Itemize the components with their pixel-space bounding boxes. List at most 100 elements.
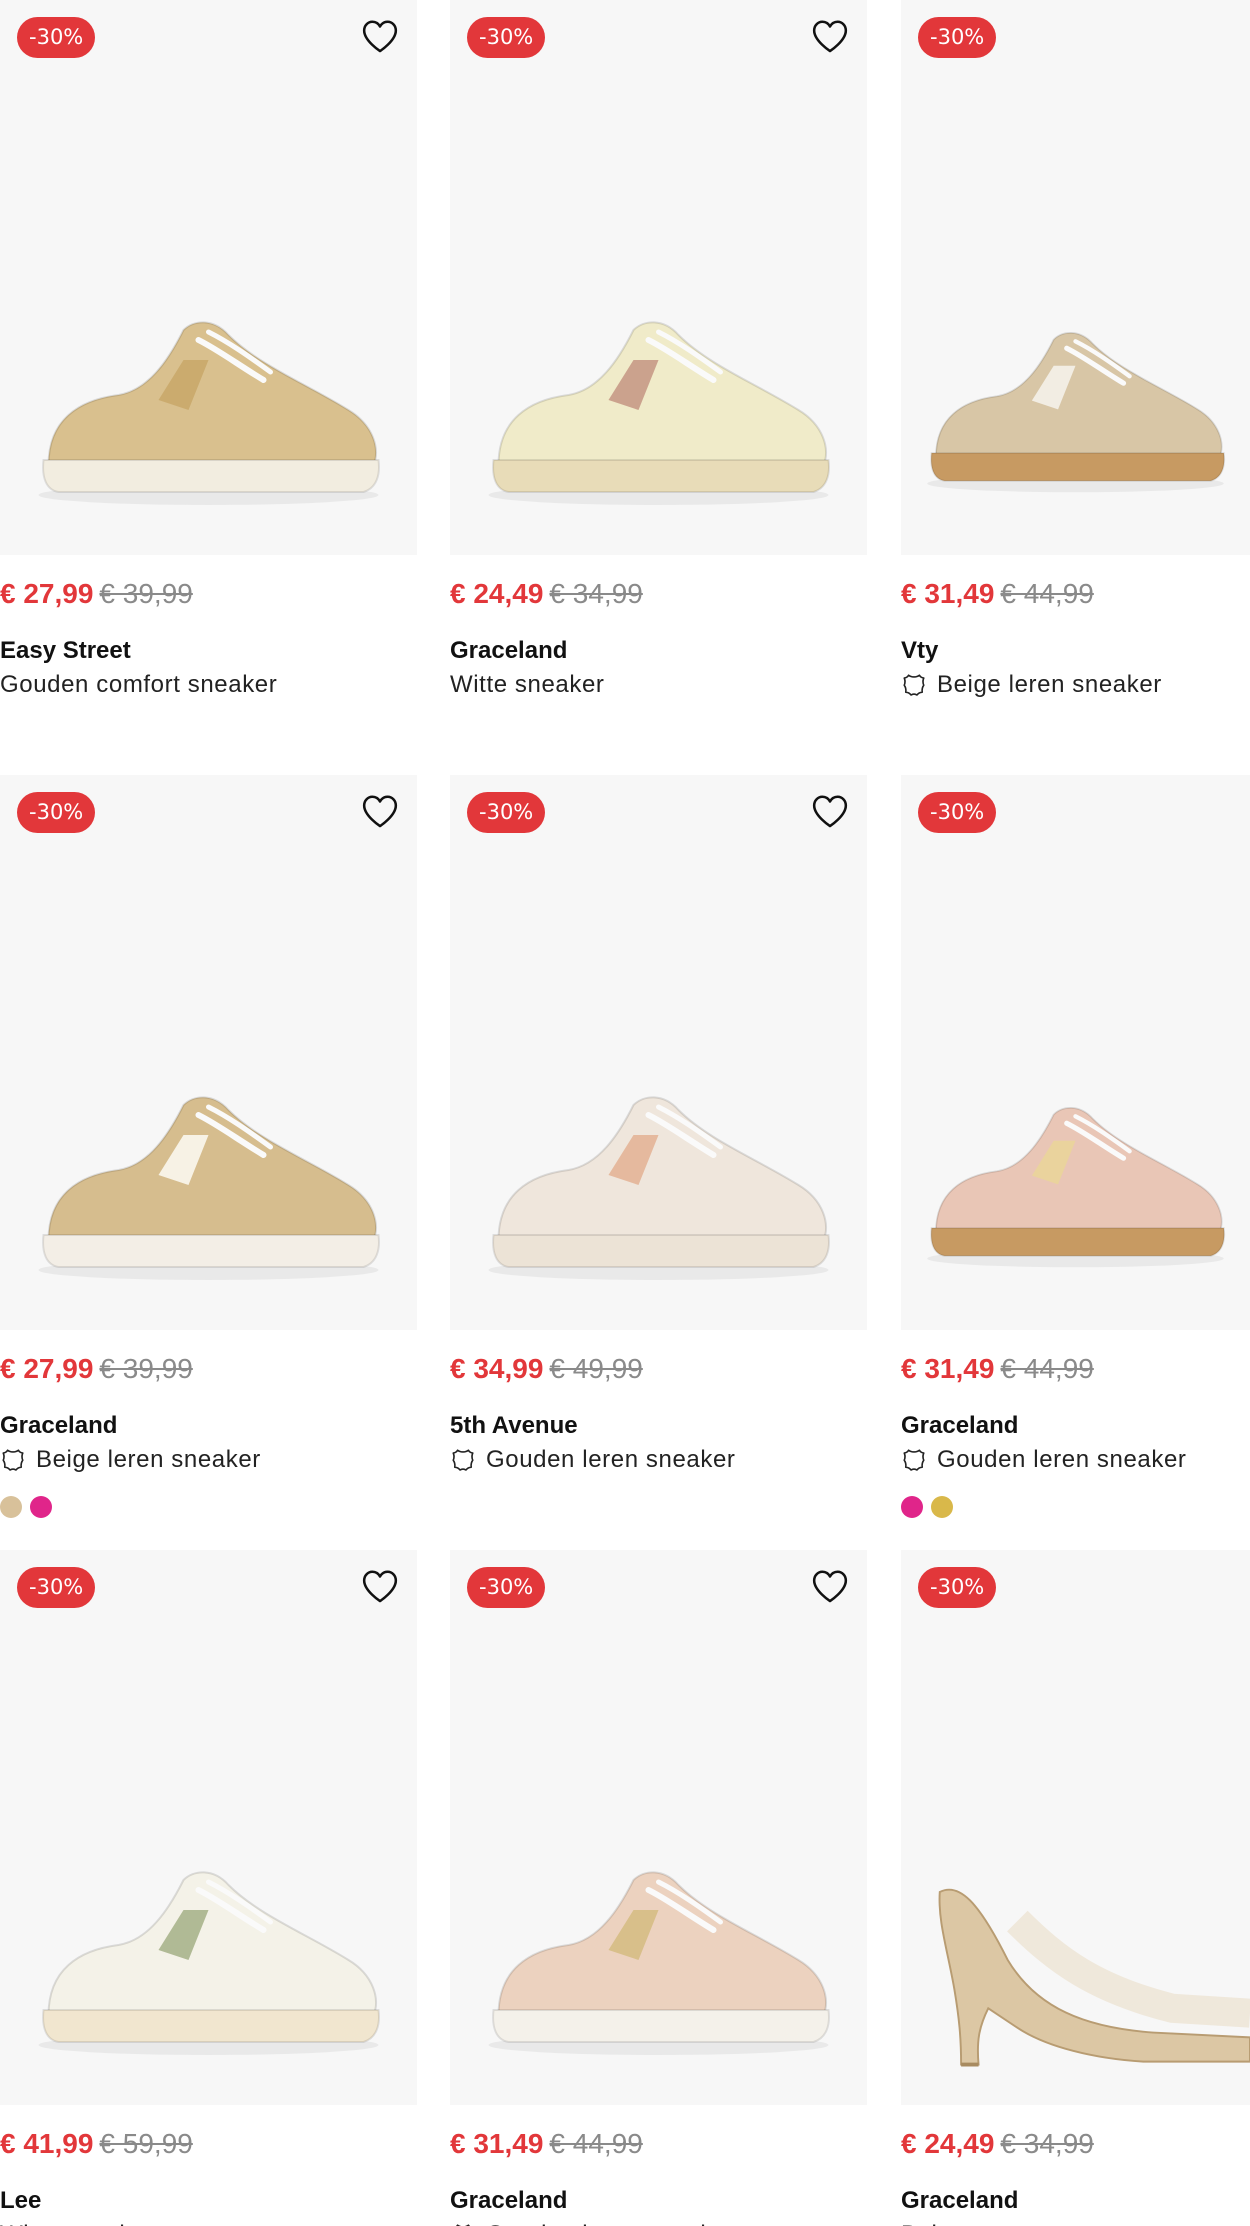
- product-name-row: Gouden comfort sneaker: [0, 671, 417, 699]
- current-price: € 27,99: [0, 578, 94, 609]
- price-row: € 24,49 € 34,99: [450, 569, 867, 619]
- discount-badge: -30%: [17, 17, 96, 58]
- price-row: € 41,99 € 59,99: [0, 2119, 417, 2169]
- shoe-image: [901, 1840, 1250, 2070]
- product-info[interactable]: € 27,99 € 39,99 Graceland Beige leren sn…: [0, 1330, 417, 1518]
- favorite-heart-icon[interactable]: [361, 18, 399, 54]
- shoe-image: [450, 1065, 867, 1295]
- price-row: € 27,99 € 39,99: [0, 1344, 417, 1394]
- product-name-row: Gouden leren sneaker: [450, 2221, 867, 2226]
- product-card[interactable]: -30% € 31,49 € 44,99 Graceland Gouden le…: [901, 775, 1250, 1545]
- discount-badge: -30%: [918, 17, 997, 58]
- price-row: € 31,49 € 44,99: [901, 1344, 1250, 1394]
- original-price: € 39,99: [99, 578, 193, 609]
- favorite-heart-icon[interactable]: [361, 1568, 399, 1604]
- product-name: Witte sneaker: [450, 671, 605, 698]
- product-name-row: Beige leren sneaker: [0, 1446, 417, 1474]
- leather-hide-icon: [901, 672, 927, 698]
- leather-hide-icon: [450, 2222, 476, 2226]
- product-info[interactable]: € 31,49 € 44,99 Vty Beige leren sneaker: [901, 555, 1250, 699]
- current-price: € 41,99: [0, 2128, 94, 2159]
- product-image[interactable]: -30%: [901, 775, 1250, 1330]
- favorite-heart-icon[interactable]: [811, 793, 849, 829]
- original-price: € 49,99: [549, 1353, 643, 1384]
- shoe-image: [450, 290, 867, 520]
- product-name: Gouden leren sneaker: [486, 1446, 736, 1473]
- product-card[interactable]: -30% € 24,49 € 34,99 Graceland Witte sne…: [450, 0, 867, 770]
- product-name: Beige leren sneaker: [937, 671, 1162, 698]
- color-swatch[interactable]: [931, 1496, 953, 1518]
- product-name-row: Witte sneaker: [0, 2221, 417, 2226]
- color-swatches: [901, 1496, 1250, 1518]
- product-name: Beige leren sneaker: [36, 1446, 261, 1473]
- product-brand: Graceland: [450, 637, 568, 664]
- product-card[interactable]: -30% € 31,49 € 44,99 Vty Beige leren sne…: [901, 0, 1250, 770]
- color-swatch[interactable]: [901, 1496, 923, 1518]
- shoe-image: [0, 290, 417, 520]
- product-info[interactable]: € 24,49 € 34,99 Graceland Beige pump: [901, 2105, 1250, 2226]
- discount-badge: -30%: [467, 17, 546, 58]
- color-swatch[interactable]: [0, 1496, 22, 1518]
- favorite-heart-icon[interactable]: [811, 1568, 849, 1604]
- product-name: Witte sneaker: [0, 2221, 155, 2226]
- product-card[interactable]: -30% € 31,49 € 44,99 Graceland Go: [450, 1550, 867, 2226]
- product-brand: 5th Avenue: [450, 1412, 578, 1439]
- product-card[interactable]: -30% € 41,99 € 59,99 Lee Witte sneaker: [0, 1550, 417, 2226]
- product-image[interactable]: -30%: [0, 1550, 417, 2105]
- current-price: € 31,49: [450, 2128, 544, 2159]
- favorite-heart-icon[interactable]: [361, 793, 399, 829]
- product-card[interactable]: -30% € 27,99 € 39,99 Easy Street Gouden …: [0, 0, 417, 770]
- product-info[interactable]: € 27,99 € 39,99 Easy Street Gouden comfo…: [0, 555, 417, 699]
- current-price: € 34,99: [450, 1353, 544, 1384]
- product-image[interactable]: -30%: [901, 1550, 1250, 2105]
- discount-badge: -30%: [467, 1567, 546, 1608]
- product-info[interactable]: € 24,49 € 34,99 Graceland Witte sneaker: [450, 555, 867, 699]
- shoe-image: [0, 1065, 417, 1295]
- current-price: € 24,49: [901, 2128, 995, 2159]
- product-info[interactable]: € 31,49 € 44,99 Graceland Gouden leren s…: [450, 2105, 867, 2226]
- product-name-row: Beige pump: [901, 2221, 1250, 2226]
- product-info[interactable]: € 34,99 € 49,99 5th Avenue Gouden leren …: [450, 1330, 867, 1474]
- product-name: Gouden leren sneaker: [486, 2221, 736, 2226]
- discount-badge: -30%: [17, 1567, 96, 1608]
- discount-badge: -30%: [918, 792, 997, 833]
- product-brand: Easy Street: [0, 637, 131, 664]
- price-row: € 31,49 € 44,99: [450, 2119, 867, 2169]
- price-row: € 31,49 € 44,99: [901, 569, 1250, 619]
- product-image[interactable]: -30%: [0, 775, 417, 1330]
- price-row: € 27,99 € 39,99: [0, 569, 417, 619]
- discount-badge: -30%: [918, 1567, 997, 1608]
- product-brand: Graceland: [0, 1412, 118, 1439]
- price-row: € 24,49 € 34,99: [901, 2119, 1250, 2169]
- product-card[interactable]: -30% € 24,49 € 34,99 Graceland Beige pum…: [901, 1550, 1250, 2226]
- product-brand: Lee: [0, 2187, 42, 2214]
- shoe-image: [450, 1840, 867, 2070]
- discount-badge: -30%: [467, 792, 546, 833]
- original-price: € 44,99: [1000, 578, 1094, 609]
- discount-badge: -30%: [17, 792, 96, 833]
- product-image[interactable]: -30%: [450, 775, 867, 1330]
- product-info[interactable]: € 31,49 € 44,99 Graceland Gouden leren s…: [901, 1330, 1250, 1518]
- product-name-row: Beige leren sneaker: [901, 671, 1250, 699]
- product-card[interactable]: -30% € 27,99 € 39,99 Graceland Beige ler…: [0, 775, 417, 1545]
- favorite-heart-icon[interactable]: [811, 18, 849, 54]
- product-name: Gouden leren sneaker: [937, 1446, 1187, 1473]
- leather-hide-icon: [0, 1447, 26, 1473]
- product-card[interactable]: -30% € 34,99 € 49,99 5th Avenue Gouden l…: [450, 775, 867, 1545]
- current-price: € 27,99: [0, 1353, 94, 1384]
- current-price: € 31,49: [901, 578, 995, 609]
- product-grid: -30% € 27,99 € 39,99 Easy Street Gouden …: [0, 0, 1250, 2226]
- shoe-image: [901, 1065, 1250, 1295]
- color-swatches: [0, 1496, 417, 1518]
- original-price: € 44,99: [549, 2128, 643, 2159]
- product-image[interactable]: -30%: [0, 0, 417, 555]
- leather-hide-icon: [901, 1447, 927, 1473]
- product-image[interactable]: -30%: [901, 0, 1250, 555]
- product-name-row: Gouden leren sneaker: [450, 1446, 867, 1474]
- color-swatch[interactable]: [30, 1496, 52, 1518]
- product-image[interactable]: -30%: [450, 0, 867, 555]
- product-brand: Graceland: [901, 1412, 1019, 1439]
- product-info[interactable]: € 41,99 € 59,99 Lee Witte sneaker: [0, 2105, 417, 2226]
- product-image[interactable]: -30%: [450, 1550, 867, 2105]
- current-price: € 31,49: [901, 1353, 995, 1384]
